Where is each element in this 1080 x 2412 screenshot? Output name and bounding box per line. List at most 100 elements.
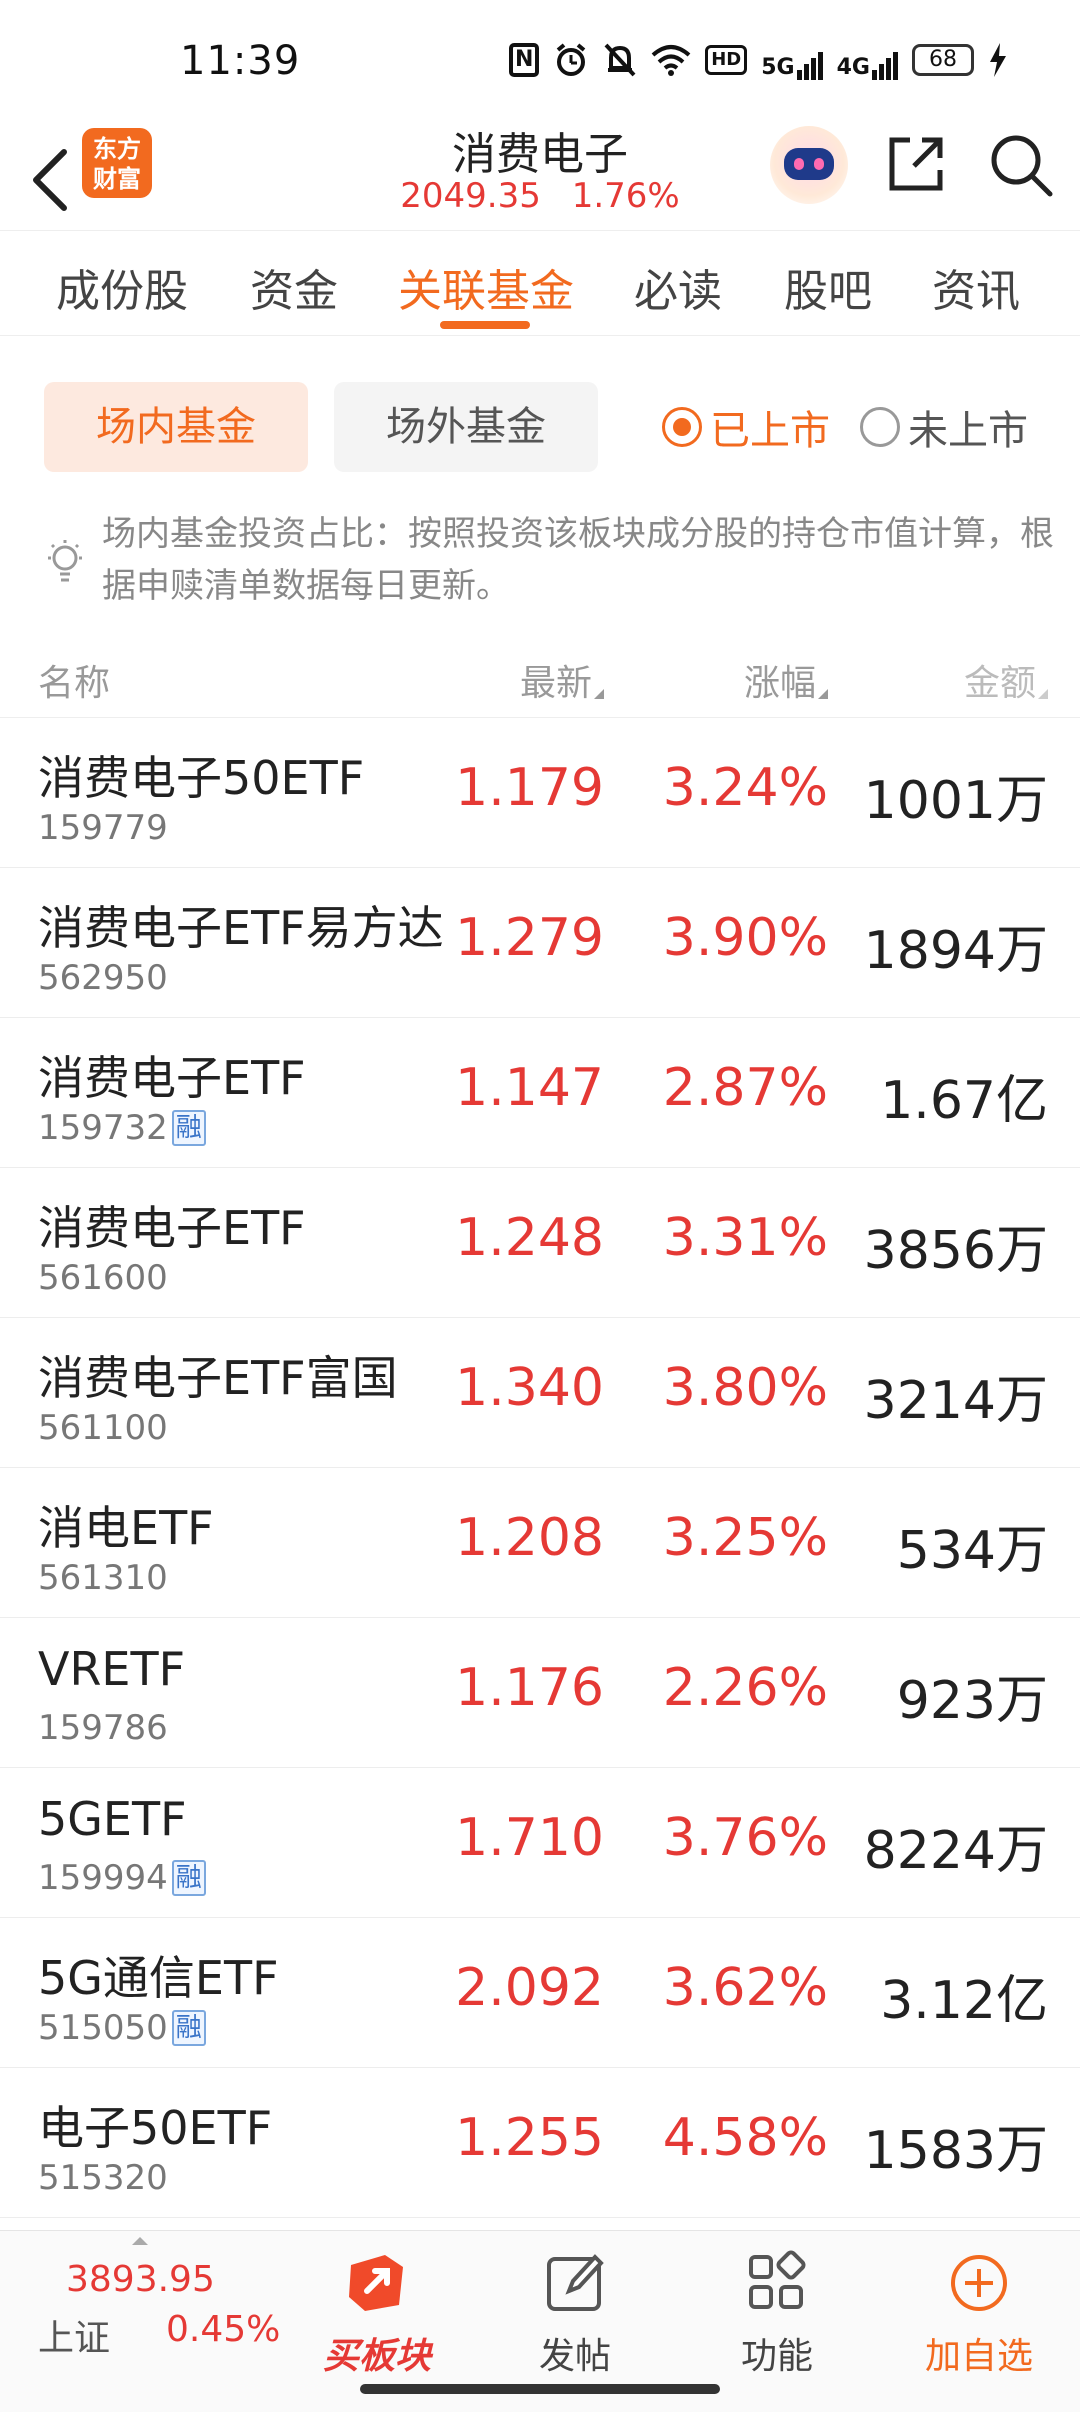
add-watchlist-button[interactable]: 加自选: [904, 2247, 1054, 2379]
info-note-text: 场内基金投资占比：按照投资该板块成分股的持仓市值计算，根据申赎清单数据每日更新。: [102, 514, 1054, 606]
fund-code: 561310: [38, 1558, 168, 1598]
listed-radio[interactable]: 已上市: [662, 402, 830, 454]
margin-badge: 融: [171, 1110, 206, 1146]
mute-bell-icon: [603, 40, 637, 80]
tab-news[interactable]: 资讯: [932, 255, 1020, 319]
table-row[interactable]: 5G通信ETF 515050 融 2.092 3.62% 3.12亿: [0, 1918, 1080, 2068]
market-index-value[interactable]: 3893.95: [66, 2259, 215, 2300]
table-row[interactable]: 消电ETF 561310 1.208 3.25% 534万: [0, 1468, 1080, 1618]
fund-price: 1.208: [455, 1508, 604, 1568]
edit-post-icon: [539, 2247, 611, 2319]
col-latest-sort[interactable]: 最新: [520, 654, 604, 706]
market-index-name[interactable]: 上证: [38, 2309, 110, 2361]
fund-change: 3.80%: [662, 1358, 828, 1418]
post-button[interactable]: 发帖: [500, 2247, 650, 2379]
table-header: 名称 最新 涨幅 金额: [0, 646, 1080, 718]
active-tab-indicator: [440, 321, 530, 329]
fund-name: 消费电子ETF富国: [38, 1351, 398, 1405]
table-row[interactable]: 消费电子ETF 561600 1.248 3.31% 3856万: [0, 1168, 1080, 1318]
tab-must-read[interactable]: 必读: [634, 255, 722, 319]
radio-checked-icon: [662, 407, 702, 447]
margin-badge: 融: [171, 2010, 206, 2046]
unlisted-label: 未上市: [908, 408, 1028, 454]
buy-sector-icon: [341, 2247, 413, 2319]
fund-name: 消费电子ETF: [38, 1201, 306, 1255]
search-button[interactable]: [988, 132, 1054, 198]
fund-name: 消费电子50ETF: [38, 751, 365, 805]
fund-price: 1.179: [455, 758, 604, 818]
search-icon: [991, 135, 1053, 197]
tab-bar: 成份股 资金 关联基金 必读 股吧 资讯: [0, 230, 1080, 336]
fund-amount: 3856万: [863, 1221, 1048, 1281]
robot-icon: [784, 148, 834, 180]
fund-amount: 1894万: [863, 921, 1048, 981]
fund-price: 1.279: [455, 908, 604, 968]
lightbulb-icon: [48, 540, 82, 582]
sector-index-change: 1.76%: [571, 176, 680, 216]
fund-list: 消费电子50ETF 159779 1.179 3.24% 1001万 消费电子E…: [0, 718, 1080, 2218]
col-amount-sort[interactable]: 金额: [964, 654, 1048, 706]
tab-forum[interactable]: 股吧: [784, 255, 872, 319]
sort-icon: [818, 689, 828, 699]
fund-price: 1.710: [455, 1808, 604, 1868]
tab-funds-flow[interactable]: 资金: [250, 255, 338, 319]
table-row[interactable]: 消费电子ETF 159732 融 1.147 2.87% 1.67亿: [0, 1018, 1080, 1168]
fund-name: 消费电子ETF: [38, 1051, 306, 1105]
tab-related-funds[interactable]: 关联基金: [398, 255, 574, 319]
table-row[interactable]: 消费电子ETF富国 561100 1.340 3.80% 3214万: [0, 1318, 1080, 1468]
fund-price: 1.147: [455, 1058, 604, 1118]
fund-change: 3.62%: [662, 1958, 828, 2018]
fund-change: 3.90%: [662, 908, 828, 968]
signal-4g-icon: 4G: [837, 40, 898, 80]
plus-circle-icon: [943, 2247, 1015, 2319]
battery-icon: 68: [912, 44, 974, 76]
fund-price: 2.092: [455, 1958, 604, 2018]
table-row[interactable]: 消费电子ETF易方达 562950 1.279 3.90% 1894万: [0, 868, 1080, 1018]
fund-amount: 1583万: [863, 2121, 1048, 2181]
fund-name: 电子50ETF: [38, 2101, 273, 2155]
tab-constituents[interactable]: 成份股: [56, 255, 188, 319]
home-indicator[interactable]: [360, 2384, 720, 2394]
fund-code: 159786: [38, 1708, 168, 1748]
grid-apps-icon: [741, 2247, 813, 2319]
in-market-funds-button[interactable]: 场内基金: [44, 382, 308, 472]
fund-code: 159779: [38, 808, 168, 848]
sort-icon: [1038, 689, 1048, 699]
fund-change: 3.31%: [662, 1208, 828, 1268]
market-index-change[interactable]: 0.45%: [166, 2309, 280, 2350]
table-row[interactable]: 电子50ETF 515320 1.255 4.58% 1583万: [0, 2068, 1080, 2218]
fund-price: 1.176: [455, 1658, 604, 1718]
sector-index-value: 2049.35: [400, 176, 541, 216]
fund-price: 1.255: [455, 2108, 604, 2168]
buy-sector-button[interactable]: 买板块: [302, 2247, 452, 2379]
ai-assistant-button[interactable]: [770, 126, 848, 204]
table-row[interactable]: VRETF 159786 1.176 2.26% 923万: [0, 1618, 1080, 1768]
fund-code: 562950: [38, 958, 168, 998]
nfc-icon: N: [509, 43, 540, 77]
fund-change: 3.25%: [662, 1508, 828, 1568]
col-change-sort[interactable]: 涨幅: [744, 654, 828, 706]
signal-5g-icon: 5G: [761, 40, 823, 80]
table-row[interactable]: 5GETF 159994 融 1.710 3.76% 8224万: [0, 1768, 1080, 1918]
share-icon: [889, 137, 943, 191]
functions-button[interactable]: 功能: [702, 2247, 852, 2379]
off-market-funds-button[interactable]: 场外基金: [334, 382, 598, 472]
app-header: 东方 财富 消费电子 2049.35 1.76%: [0, 118, 1080, 230]
fund-amount: 1.67亿: [880, 1071, 1048, 1131]
status-time: 11:39: [180, 38, 301, 84]
col-name: 名称: [38, 663, 111, 704]
status-bar: 11:39 N HD 5G 4G 68: [0, 0, 1080, 118]
fund-amount: 923万: [896, 1671, 1048, 1731]
expand-caret-icon[interactable]: [132, 2237, 148, 2245]
fund-amount: 8224万: [863, 1821, 1048, 1881]
fund-amount: 1001万: [863, 771, 1048, 831]
table-row[interactable]: 消费电子50ETF 159779 1.179 3.24% 1001万: [0, 718, 1080, 868]
fund-code: 159732 融: [38, 1108, 206, 1148]
unlisted-radio[interactable]: 未上市: [860, 402, 1028, 454]
fund-code: 515320: [38, 2158, 168, 2198]
fund-name: VRETF: [38, 1642, 186, 1696]
fund-code: 159994 融: [38, 1858, 206, 1898]
share-button[interactable]: [884, 132, 948, 196]
fund-change: 3.24%: [662, 758, 828, 818]
fund-code: 515050 融: [38, 2008, 206, 2048]
